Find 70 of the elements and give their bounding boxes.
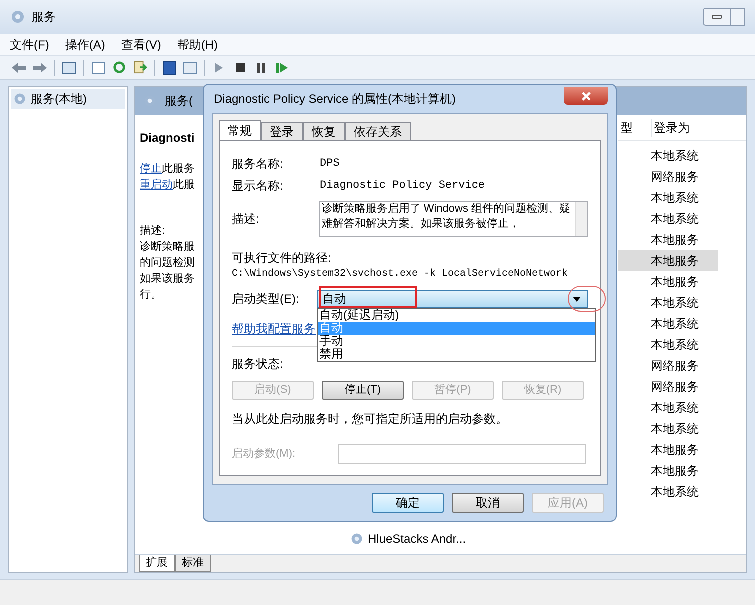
menu-item[interactable]: 操作(A): [65, 36, 106, 54]
help-button[interactable]: [160, 58, 178, 76]
view-tab[interactable]: 扩展: [139, 555, 175, 572]
field-label: 描述:: [232, 211, 260, 228]
dialog-button[interactable]: 确定: [372, 493, 444, 513]
field-value: DPS: [320, 156, 340, 172]
dropdown-option[interactable]: 手动: [318, 335, 596, 348]
scrollbar[interactable]: [575, 202, 587, 236]
field-label: 可执行文件的路径:: [232, 250, 332, 267]
menu-item[interactable]: 帮助(H): [177, 36, 218, 54]
gear-icon: [350, 532, 364, 546]
pause-icon: [257, 62, 265, 72]
dialog-button[interactable]: 取消: [452, 493, 524, 513]
description-text: 如果该服务: [140, 272, 196, 287]
field-label: 启动类型(E):: [232, 291, 300, 308]
hint-text: 当从此处启动服务时，您可指定所适用的启动参数。: [232, 411, 509, 428]
pane-title: 服务(: [165, 93, 193, 110]
dropdown-arrow-icon: [573, 297, 581, 302]
dropdown-option[interactable]: 禁用: [318, 348, 596, 361]
service-name: HlueStacks Andr...: [368, 531, 466, 548]
stop-icon: [236, 63, 244, 72]
field-label: 服务名称:: [232, 156, 284, 173]
column-header[interactable]: 登录为: [651, 118, 723, 136]
menu-item[interactable]: 查看(V): [121, 36, 162, 54]
action-link[interactable]: 重启动: [140, 177, 173, 193]
maximize-button[interactable]: [731, 8, 745, 26]
dialog-tab[interactable]: 恢复: [303, 122, 345, 140]
restart-icon: [276, 62, 288, 72]
minimize-button[interactable]: [703, 8, 731, 26]
table-row[interactable]: 本地服务: [618, 250, 718, 271]
field-label: 显示名称:: [232, 178, 284, 195]
tree-item[interactable]: 服务(本地): [11, 89, 125, 109]
gear-icon: [13, 92, 27, 106]
gear-icon: [10, 9, 26, 25]
refresh-icon: [112, 61, 126, 74]
field-value: Diagnostic Policy Service: [320, 178, 486, 194]
dialog-tab[interactable]: 依存关系: [345, 122, 411, 140]
action-link[interactable]: 停止: [140, 161, 162, 177]
menu-item[interactable]: 文件(F): [10, 36, 50, 54]
column-header[interactable]: 型: [618, 118, 651, 136]
action-text: 此服: [173, 178, 195, 193]
description-text: 诊断策略服: [140, 240, 196, 255]
dropdown-option[interactable]: 自动(延迟启动): [318, 309, 596, 322]
window-title: 服务: [32, 9, 56, 26]
field-label: 服务状态:: [232, 356, 284, 373]
description-box[interactable]: 诊断策略服务启用了 Windows 组件的问题检测、疑难解答和解决方案。如果该服务被停止，: [318, 201, 588, 237]
description-label: 描述:: [140, 224, 166, 239]
close-icon: [582, 92, 590, 100]
close-button[interactable]: [564, 87, 608, 105]
help-link[interactable]: 帮助我配置服务: [232, 320, 316, 338]
description-text: 行。: [140, 288, 163, 303]
right-arrow-icon: [33, 62, 47, 72]
minimize-icon: [712, 15, 722, 19]
window-icon: [92, 62, 104, 74]
view-tab[interactable]: 标准: [175, 555, 211, 572]
service-control-button[interactable]: 停止(T): [322, 381, 404, 400]
left-arrow-icon: [12, 62, 26, 72]
service-title: Diagnosti: [140, 130, 196, 147]
description-text: 的问题检测: [140, 256, 196, 271]
field-label: 启动参数(M):: [232, 446, 297, 462]
play-icon: [215, 62, 223, 72]
panel-icon: [62, 62, 76, 74]
dialog-tab[interactable]: 登录: [261, 122, 303, 140]
path-value: C:\Windows\System32\svchost.exe -k LocalServiceNoNetwork: [232, 268, 570, 282]
export-icon: [134, 61, 146, 74]
parameters-field[interactable]: [338, 444, 586, 464]
dialog-tab[interactable]: 常规: [219, 120, 261, 140]
dialog-title: Diagnostic Policy Service 的属性(本地计算机): [213, 91, 456, 108]
panel-icon: [183, 62, 197, 74]
action-text: 此服务: [162, 162, 195, 177]
